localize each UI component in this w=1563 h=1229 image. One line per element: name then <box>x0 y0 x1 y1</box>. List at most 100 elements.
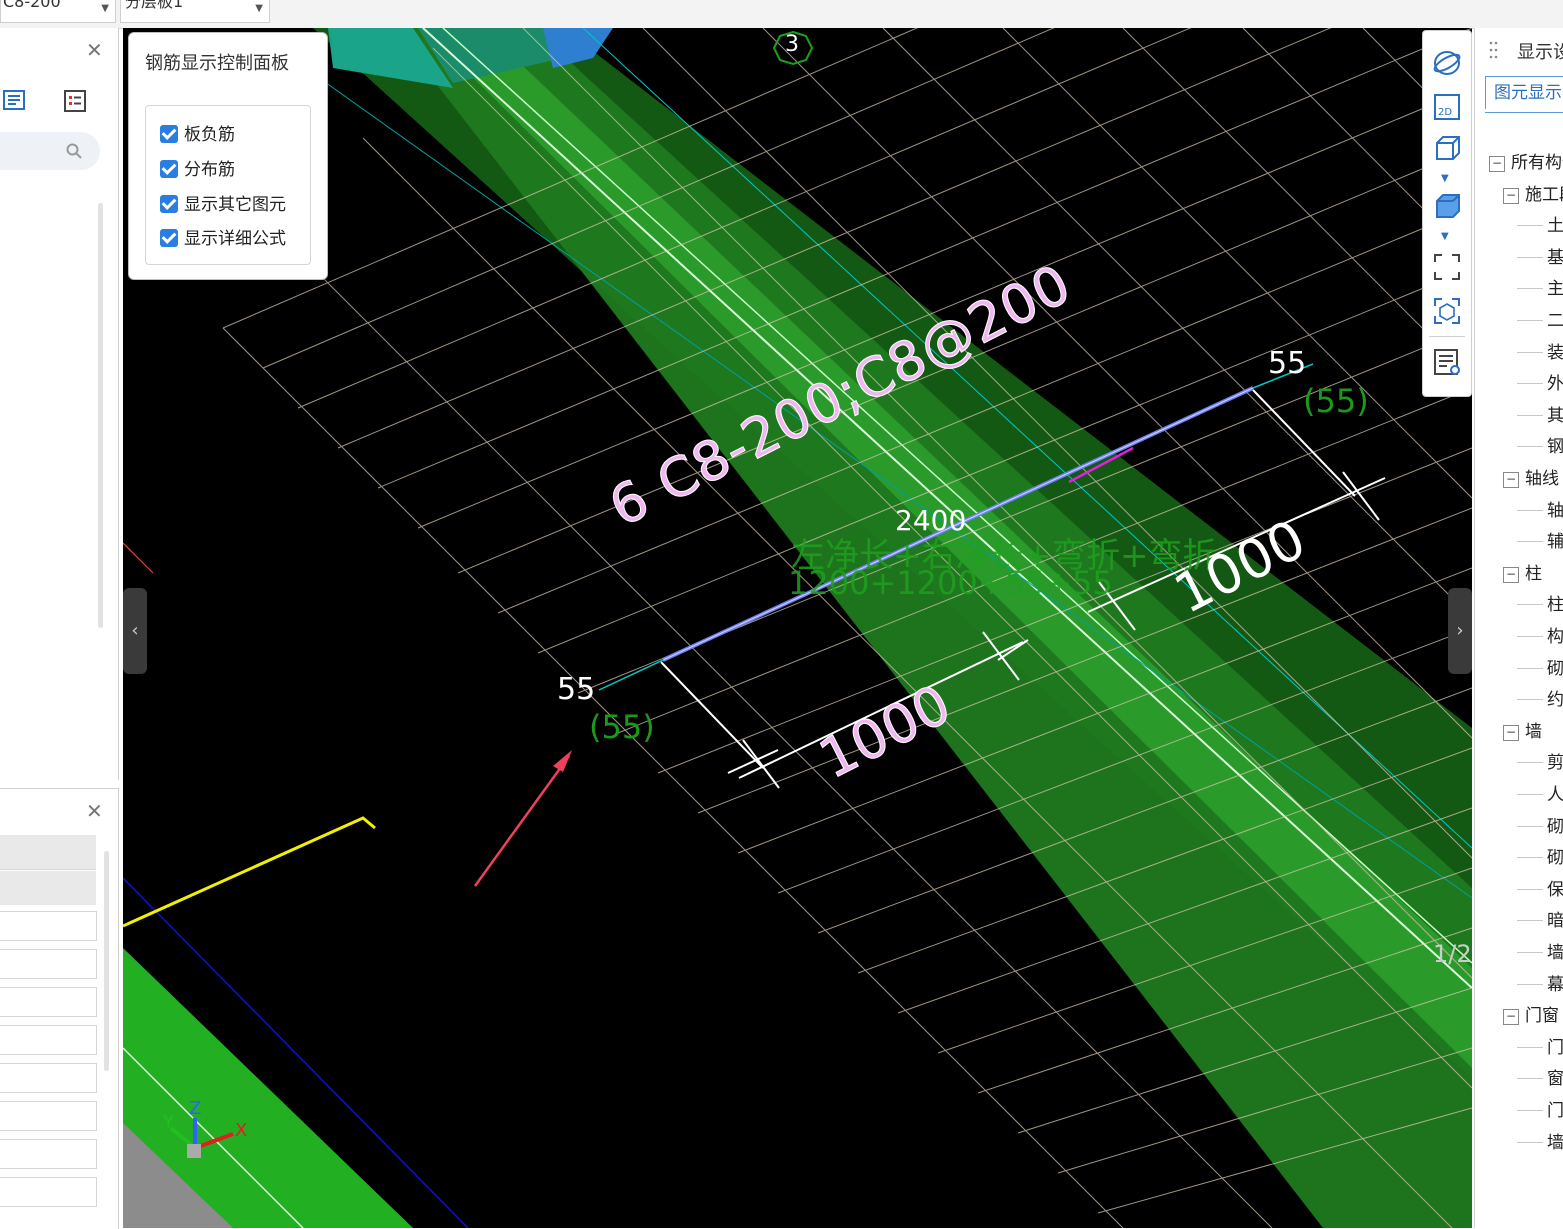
checkbox-distribution-rebar[interactable]: 分布筋 <box>160 155 235 180</box>
tree-item-label: 暗 <box>1547 911 1563 932</box>
property-row[interactable] <box>0 1101 97 1131</box>
tree-branch-line <box>1517 414 1543 416</box>
tree-item[interactable]: 门 <box>1517 1096 1563 1124</box>
property-row[interactable] <box>0 1177 97 1207</box>
tree-branch-line <box>1517 952 1543 953</box>
tree-item[interactable]: − 门窗 <box>1503 1001 1559 1029</box>
tree-branch-line <box>1517 825 1543 827</box>
view-cube-icon[interactable] <box>1431 295 1463 327</box>
tree-branch-line <box>1517 446 1543 448</box>
tree-item[interactable]: 墙 <box>1517 1128 1563 1156</box>
close-icon[interactable]: ✕ <box>86 799 103 823</box>
orbit-icon[interactable] <box>1431 47 1463 79</box>
tree-item-label: 门窗 <box>1525 1006 1559 1027</box>
tree-item[interactable]: 剪 <box>1517 748 1563 776</box>
search-icon <box>66 143 82 159</box>
list-view-icon[interactable] <box>2 88 28 114</box>
collapse-toggle-icon[interactable]: − <box>1503 1009 1519 1026</box>
tree-item[interactable]: 窗 <box>1517 1064 1563 1092</box>
tree-item[interactable]: − 轴线 <box>1503 464 1559 492</box>
toolbar-divider <box>1429 336 1465 337</box>
tree-item[interactable]: 其 <box>1517 401 1563 429</box>
tree-item-label: 钢 <box>1547 437 1563 458</box>
yellow-rebar-line <box>123 816 376 928</box>
collapse-left-handle[interactable]: ‹ <box>123 588 147 674</box>
collapse-toggle-icon[interactable]: − <box>1503 724 1519 741</box>
tree-branch-line <box>1517 888 1543 890</box>
properties-icon[interactable] <box>62 88 88 114</box>
tree-item[interactable]: −所有构件 <box>1489 148 1563 176</box>
drag-handle-icon[interactable] <box>1489 40 1499 60</box>
2d-view-icon[interactable]: 2D <box>1431 91 1463 123</box>
tree-item[interactable]: 砌 <box>1517 654 1563 682</box>
chevron-down-icon[interactable]: ▼ <box>1441 173 1449 184</box>
property-row[interactable] <box>0 949 97 979</box>
tree-branch-line <box>1517 383 1543 385</box>
hook-left-sub: (55) <box>589 708 655 746</box>
tree-item-label: 保 <box>1547 879 1563 900</box>
3d-solid-icon[interactable] <box>1431 191 1463 223</box>
tree-item[interactable]: 墙 <box>1517 938 1563 966</box>
checkbox-icon <box>160 195 178 213</box>
tree-item[interactable]: 钢 <box>1517 432 1563 460</box>
tree-branch-line <box>1517 256 1543 258</box>
tab-element-display[interactable]: 图元显示 <box>1485 76 1563 109</box>
collapse-toggle-icon[interactable]: − <box>1503 472 1519 488</box>
collapse-toggle-icon[interactable]: − <box>1503 187 1519 204</box>
collapse-toggle-icon[interactable]: − <box>1503 566 1519 583</box>
tree-item-label: 土 <box>1547 216 1563 237</box>
property-row[interactable] <box>0 911 97 941</box>
tree-branch-line <box>1517 667 1543 669</box>
display-settings-icon[interactable] <box>1431 346 1463 378</box>
properties-scrollbar[interactable] <box>104 851 109 1071</box>
tree-item[interactable]: 幕 <box>1517 970 1563 998</box>
property-header-row <box>0 835 96 870</box>
checkbox-show-detailed-formula[interactable]: 显示详细公式 <box>160 224 286 249</box>
rebar-spec-combo[interactable]: C8-200 ▼ <box>0 0 116 23</box>
left-properties-panel: ✕ <box>0 788 119 1229</box>
tree-branch-line <box>1517 636 1543 637</box>
left-scrollbar[interactable] <box>98 203 103 628</box>
tree-item[interactable]: 砌 <box>1517 812 1563 840</box>
tree-item[interactable]: 主 <box>1517 274 1563 302</box>
checkbox-show-other-elements[interactable]: 显示其它图元 <box>160 190 286 215</box>
tree-item[interactable]: 柱 <box>1517 590 1563 618</box>
tree-item[interactable]: 保 <box>1517 875 1563 903</box>
tree-branch-line <box>1517 920 1543 922</box>
3d-box-icon[interactable] <box>1431 133 1463 165</box>
property-row[interactable] <box>0 1063 97 1093</box>
tree-item[interactable]: 辅 <box>1517 527 1563 555</box>
tree-item[interactable]: − 墙 <box>1503 717 1542 745</box>
tree-item-label: 二 <box>1547 311 1563 331</box>
tree-item[interactable]: 构 <box>1517 622 1563 650</box>
tree-item[interactable]: 暗 <box>1517 906 1563 934</box>
tree-item[interactable]: 人 <box>1517 780 1563 808</box>
close-icon[interactable]: ✕ <box>86 38 103 62</box>
chevron-down-icon[interactable]: ▼ <box>1441 231 1449 242</box>
collapse-right-handle[interactable]: › <box>1448 588 1472 674</box>
tree-item[interactable]: 约 <box>1517 685 1563 713</box>
fullscreen-icon[interactable] <box>1431 251 1463 283</box>
tree-branch-line <box>1517 604 1543 606</box>
collapse-toggle-icon[interactable]: − <box>1489 156 1505 172</box>
property-row[interactable] <box>0 1025 97 1055</box>
property-row[interactable] <box>0 1139 97 1169</box>
tree-item[interactable]: 基 <box>1517 243 1563 271</box>
tree-item-label: 砌 <box>1547 848 1563 869</box>
search-input[interactable] <box>0 132 100 170</box>
tree-item[interactable]: 土 <box>1517 211 1563 239</box>
tree-item[interactable]: 二 <box>1517 306 1563 334</box>
checkbox-negative-rebar[interactable]: 板负筋 <box>160 120 235 145</box>
tree-item[interactable]: 轴 <box>1517 496 1563 524</box>
property-row[interactable] <box>0 987 97 1017</box>
tree-branch-line <box>1517 509 1543 511</box>
layer-combo[interactable]: 分层板1 ▼ <box>120 0 270 23</box>
tree-branch-line <box>1517 1141 1543 1143</box>
tree-item[interactable]: 外 <box>1517 369 1563 397</box>
tree-item[interactable]: 门 <box>1517 1033 1563 1061</box>
tree-item-label: 施工段 <box>1525 184 1563 205</box>
tree-item[interactable]: 砌 <box>1517 843 1563 871</box>
tree-item[interactable]: 装 <box>1517 338 1563 366</box>
tree-item[interactable]: −施工段 <box>1503 180 1563 208</box>
tree-item[interactable]: − 柱 <box>1503 559 1542 587</box>
